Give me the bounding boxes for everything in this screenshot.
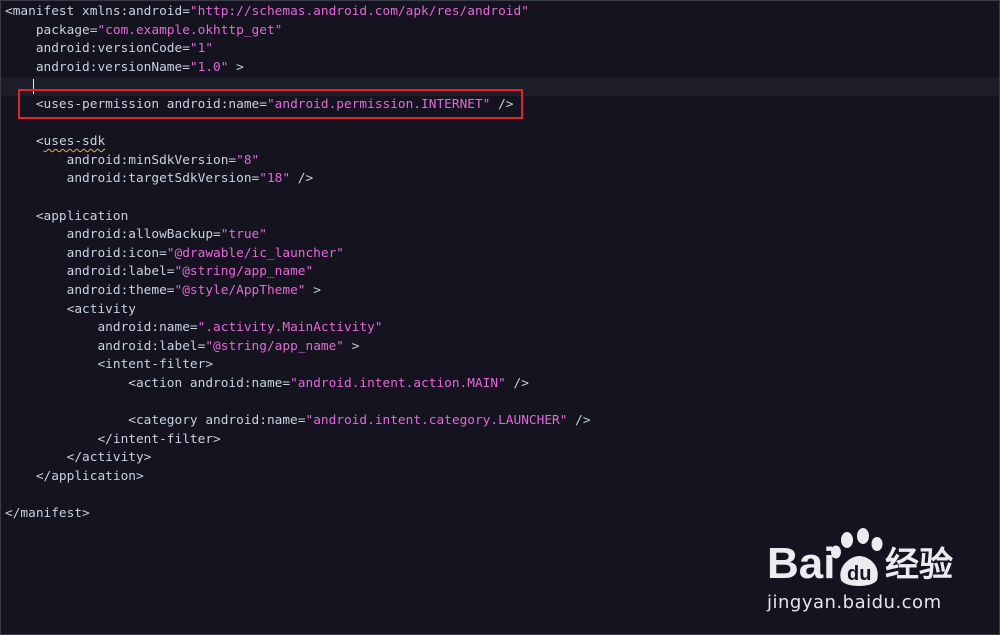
- code-token: package=: [5, 22, 98, 38]
- code-line[interactable]: android:icon="@drawable/ic_launcher": [1, 245, 999, 264]
- code-token: <category android:name=: [5, 413, 306, 429]
- code-token: "@string/app_name": [174, 264, 314, 280]
- code-token: "@drawable/ic_launcher": [166, 245, 344, 261]
- svg-text:经验: 经验: [885, 545, 953, 585]
- code-token: android:label=: [5, 338, 206, 354]
- code-editor[interactable]: <manifest xmlns:android="http://schemas.…: [0, 0, 1000, 635]
- code-token: >: [305, 283, 321, 298]
- code-token: ".activity.MainActivity": [197, 320, 383, 336]
- code-token: android:versionCode=: [5, 41, 190, 57]
- code-token: android:icon=: [5, 245, 167, 261]
- code-token: android:allowBackup=: [5, 227, 221, 243]
- code-line[interactable]: package="com.example.okhttp_get": [1, 22, 999, 41]
- code-token: <action android:name=: [5, 376, 291, 391]
- code-line[interactable]: </intent-filter>: [1, 431, 999, 450]
- baidu-logo-icon: Bai du 经验: [767, 528, 953, 588]
- code-line[interactable]: android:theme="@style/AppTheme" >: [1, 282, 999, 301]
- code-token: <manifest xmlns:android=: [5, 4, 190, 19]
- code-token: "1.0": [189, 59, 229, 75]
- code-token: />: [290, 171, 314, 187]
- code-line[interactable]: [1, 394, 999, 413]
- code-token: </activity>: [5, 450, 152, 466]
- code-token: "18": [259, 171, 291, 187]
- code-token: "@style/AppTheme": [174, 283, 306, 298]
- code-token: />: [505, 376, 529, 391]
- code-line[interactable]: android:allowBackup="true": [1, 226, 999, 245]
- code-line[interactable]: android:name=".activity.MainActivity": [1, 319, 999, 338]
- code-token: "com.example.okhttp_get": [97, 22, 283, 38]
- code-line[interactable]: <application: [1, 208, 999, 227]
- permission-highlight-box: [18, 89, 523, 119]
- code-token: "@string/app_name": [205, 338, 345, 354]
- code-line[interactable]: android:label="@string/app_name" >: [1, 338, 999, 357]
- svg-text:du: du: [847, 563, 871, 585]
- code-token: android:label=: [5, 264, 175, 280]
- code-token: uses-sdk: [43, 134, 106, 150]
- code-token: "true": [220, 227, 267, 243]
- code-line[interactable]: android:versionCode="1": [1, 40, 999, 59]
- code-line[interactable]: <action android:name="android.intent.act…: [1, 375, 999, 394]
- code-token: <application: [5, 208, 129, 224]
- code-token: />: [567, 413, 591, 429]
- code-line[interactable]: android:versionName="1.0" >: [1, 59, 999, 78]
- code-token: android:name=: [5, 320, 198, 336]
- code-line[interactable]: [1, 487, 999, 506]
- code-line[interactable]: </application>: [1, 468, 999, 487]
- code-line[interactable]: <intent-filter>: [1, 356, 999, 375]
- code-token: "android.intent.action.MAIN": [290, 376, 506, 391]
- code-token: "android.intent.category.LAUNCHER": [305, 413, 568, 429]
- svg-text:Bai: Bai: [767, 539, 835, 588]
- code-line[interactable]: </manifest>: [1, 505, 999, 524]
- code-token: android:targetSdkVersion=: [5, 171, 260, 187]
- code-token: "http://schemas.android.com/apk/res/andr…: [189, 4, 529, 19]
- code-line[interactable]: <activity: [1, 301, 999, 320]
- code-line[interactable]: </activity>: [1, 449, 999, 468]
- code-line[interactable]: android:label="@string/app_name": [1, 263, 999, 282]
- code-token: >: [228, 59, 244, 75]
- code-line[interactable]: <category android:name="android.intent.c…: [1, 412, 999, 431]
- baidu-jingyan-watermark: Bai du 经验 jingyan.baidu.com: [761, 526, 991, 626]
- code-token: android:theme=: [5, 283, 175, 298]
- code-token: </intent-filter>: [5, 431, 221, 447]
- code-token: <: [5, 134, 44, 150]
- code-token: </manifest>: [5, 506, 90, 522]
- code-line[interactable]: android:targetSdkVersion="18" />: [1, 170, 999, 189]
- watermark-url: jingyan.baidu.com: [767, 592, 942, 613]
- code-token: android:versionName=: [5, 59, 190, 75]
- code-token: "8": [236, 152, 260, 168]
- code-line[interactable]: <uses-sdk: [1, 133, 999, 152]
- code-token: "1": [189, 41, 214, 57]
- code-token: </application>: [5, 469, 144, 484]
- code-line[interactable]: android:minSdkVersion="8": [1, 152, 999, 171]
- code-token: <activity: [5, 301, 136, 317]
- code-token: >: [344, 338, 360, 354]
- code-token: android:minSdkVersion=: [5, 152, 237, 168]
- code-line[interactable]: <manifest xmlns:android="http://schemas.…: [1, 3, 999, 22]
- code-token: <intent-filter>: [5, 357, 214, 373]
- code-line[interactable]: [1, 189, 999, 208]
